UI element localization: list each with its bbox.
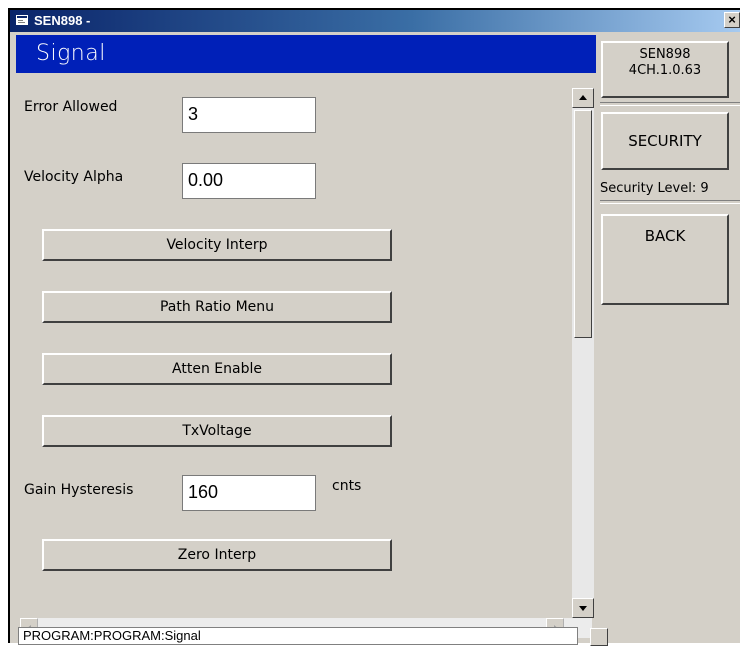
window-title: SEN898 -	[34, 13, 91, 28]
status-bar-button[interactable]	[590, 628, 608, 646]
vertical-scrollbar[interactable]	[572, 88, 594, 618]
arrow-up-icon	[579, 95, 587, 100]
velocity-alpha-field[interactable]: 0.00	[182, 163, 316, 199]
page-title: Signal	[36, 41, 106, 66]
back-button[interactable]: BACK	[601, 214, 729, 305]
error-allowed-field[interactable]: 3	[182, 97, 316, 133]
txvoltage-button[interactable]: TxVoltage	[42, 415, 392, 447]
scroll-down-button[interactable]	[572, 598, 594, 618]
scroll-up-button[interactable]	[572, 88, 594, 108]
gain-hysteresis-label: Gain Hysteresis	[24, 482, 134, 498]
panel-header: Signal	[16, 35, 596, 73]
divider	[600, 200, 740, 204]
security-button[interactable]: SECURITY	[601, 112, 729, 170]
version-box: SEN898 4CH.1.0.63	[601, 41, 729, 98]
velocity-interp-button[interactable]: Velocity Interp	[42, 229, 392, 261]
title-bar[interactable]: SEN898 - ×	[10, 10, 740, 32]
divider	[600, 102, 740, 106]
velocity-alpha-label: Velocity Alpha	[24, 169, 124, 185]
app-window: SEN898 - × Signal Error Allowed 3 Veloci…	[8, 8, 740, 646]
arrow-down-icon	[579, 606, 587, 611]
device-name: SEN898	[639, 47, 691, 62]
error-allowed-label: Error Allowed	[24, 99, 118, 115]
atten-enable-button[interactable]: Atten Enable	[42, 353, 392, 385]
app-window-icon	[16, 15, 28, 25]
signal-panel: Signal Error Allowed 3 Velocity Alpha 0.…	[16, 35, 596, 638]
firmware-version: 4CH.1.0.63	[628, 63, 702, 78]
scroll-thumb[interactable]	[574, 110, 592, 338]
zero-interp-button[interactable]: Zero Interp	[42, 539, 392, 571]
gain-hysteresis-unit: cnts	[332, 478, 362, 494]
security-level-label: Security Level: 9	[600, 181, 709, 196]
path-ratio-menu-button[interactable]: Path Ratio Menu	[42, 291, 392, 323]
status-bar: PROGRAM:PROGRAM:Signal	[18, 627, 578, 645]
close-button[interactable]: ×	[724, 12, 740, 28]
gain-hysteresis-field[interactable]: 160	[182, 475, 316, 511]
